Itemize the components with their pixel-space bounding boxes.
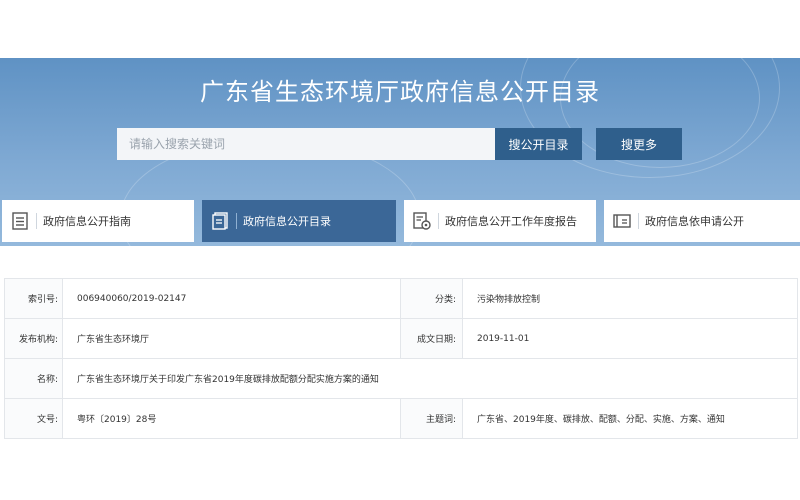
name-label: 名称:: [5, 359, 63, 398]
index-value: 006940060/2019-02147: [63, 279, 401, 318]
docno-label: 文号:: [5, 399, 63, 438]
index-label: 索引号:: [5, 279, 63, 318]
tab-label: 政府信息依申请公开: [645, 215, 744, 228]
document-list-icon: [10, 211, 30, 231]
page-title: 广东省生态环境厅政府信息公开目录: [200, 78, 600, 106]
keywords-label: 主题词:: [401, 399, 463, 438]
divider: [36, 213, 37, 229]
docno-value: 粤环〔2019〕28号: [63, 399, 401, 438]
name-value: 广东省生态环境厅关于印发广东省2019年度碳排放配额分配实施方案的通知: [63, 359, 798, 398]
tab-label: 政府信息公开指南: [43, 215, 131, 228]
category-label: 分类:: [401, 279, 463, 318]
table-row: 名称: 广东省生态环境厅关于印发广东省2019年度碳排放配额分配实施方案的通知: [5, 359, 798, 399]
search-catalog-button[interactable]: 搜公开目录: [495, 128, 582, 160]
tab-guide[interactable]: 政府信息公开指南: [2, 200, 194, 242]
divider: [236, 213, 237, 229]
tab-catalog[interactable]: 政府信息公开目录: [202, 200, 396, 242]
search-input[interactable]: [117, 128, 495, 160]
date-label: 成文日期:: [401, 319, 463, 358]
table-row: 发布机构: 广东省生态环境厅 成文日期: 2019-11-01: [5, 319, 798, 359]
table-row: 文号: 粤环〔2019〕28号 主题词: 广东省、2019年度、碳排放、配额、分…: [5, 399, 798, 439]
publisher-value: 广东省生态环境厅: [63, 319, 401, 358]
publisher-label: 发布机构:: [5, 319, 63, 358]
application-icon: [612, 211, 632, 231]
tab-bar: 政府信息公开指南 政府信息公开目录 政府信息公开工作年度报告 政府信息依申请公开: [0, 200, 800, 242]
search-more-button[interactable]: 搜更多: [596, 128, 682, 160]
document-info-table: 索引号: 006940060/2019-02147 分类: 污染物排放控制 发布…: [4, 278, 798, 439]
catalog-icon: [210, 211, 230, 231]
keywords-value: 广东省、2019年度、碳排放、配额、分配、实施、方案、通知: [463, 399, 798, 438]
divider: [438, 213, 439, 229]
tab-label: 政府信息公开工作年度报告: [445, 215, 577, 228]
divider: [638, 213, 639, 229]
tab-annual-report[interactable]: 政府信息公开工作年度报告: [404, 200, 596, 242]
category-value: 污染物排放控制: [463, 279, 798, 318]
table-row: 索引号: 006940060/2019-02147 分类: 污染物排放控制: [5, 279, 798, 319]
report-icon: [412, 211, 432, 231]
tab-label: 政府信息公开目录: [243, 215, 331, 228]
date-value: 2019-11-01: [463, 319, 798, 358]
tab-application[interactable]: 政府信息依申请公开: [604, 200, 800, 242]
